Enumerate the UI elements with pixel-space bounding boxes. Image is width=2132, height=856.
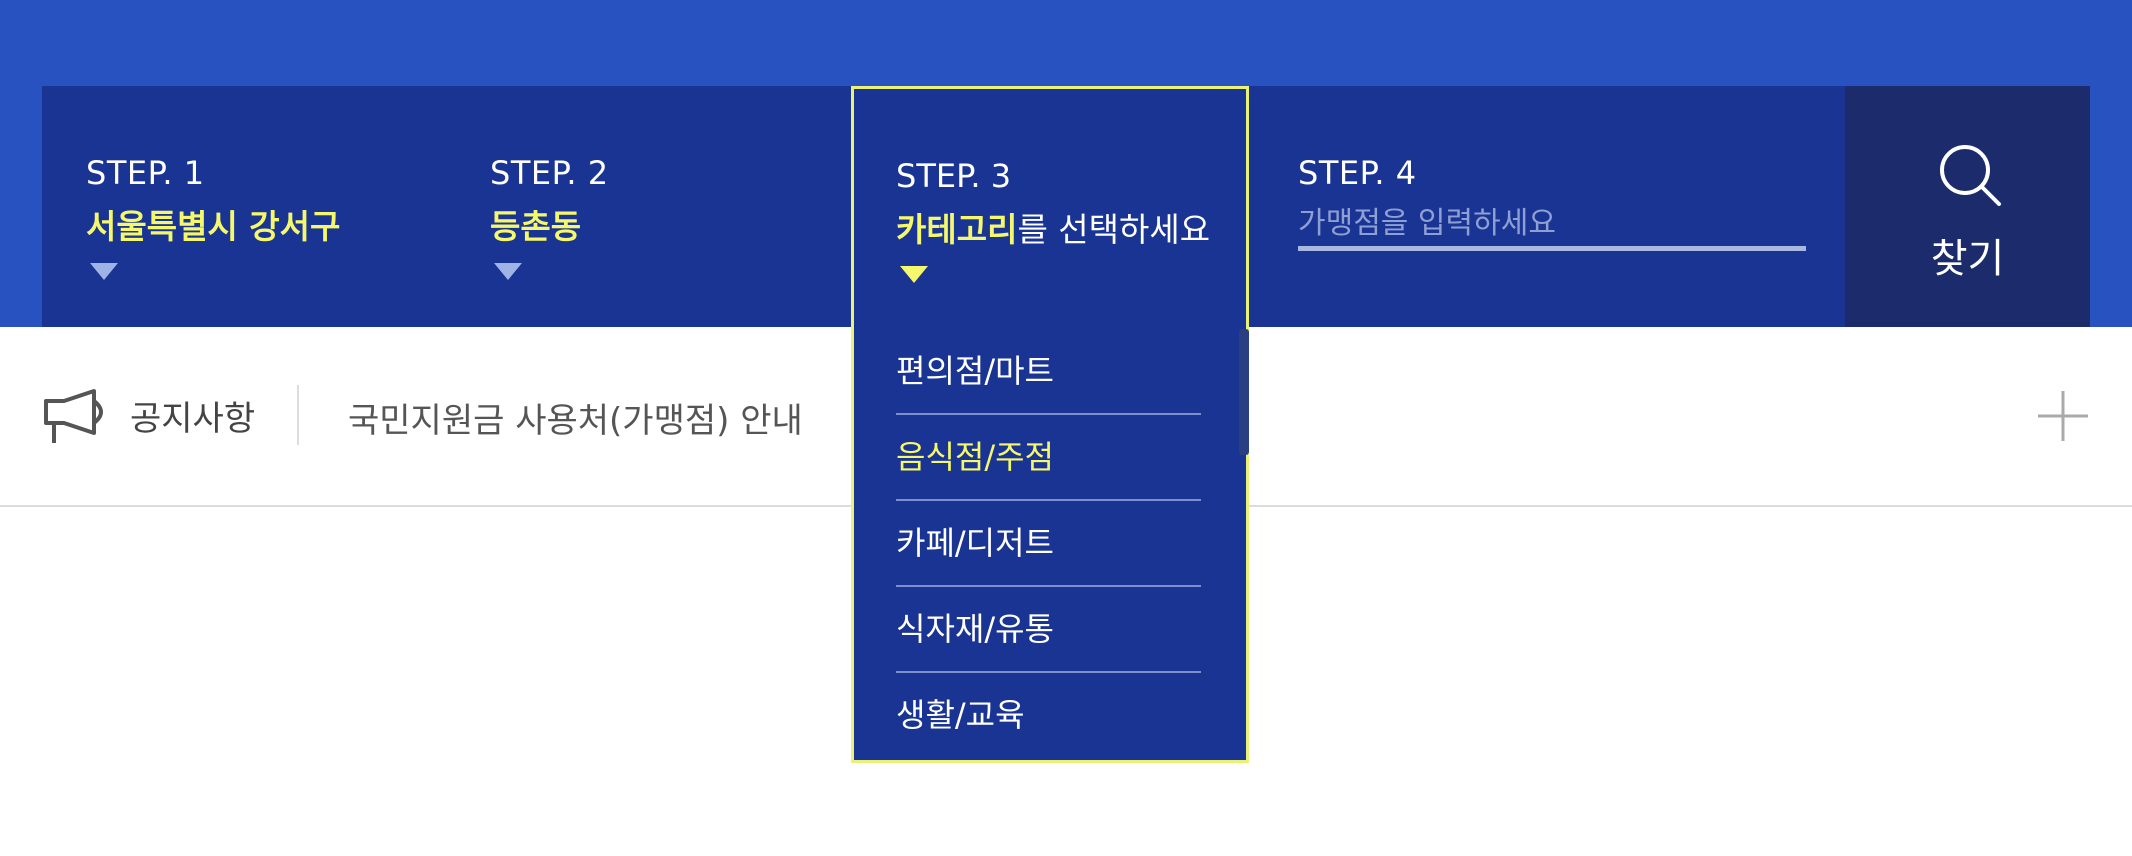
- chevron-down-icon[interactable]: [494, 263, 522, 280]
- category-option[interactable]: 음식점/주점: [896, 415, 1201, 501]
- chevron-down-icon[interactable]: [90, 263, 118, 280]
- find-button[interactable]: 찾기: [1845, 86, 2090, 327]
- step-1-value: 서울특별시 강서구: [86, 207, 341, 246]
- step-2-title: STEP. 2: [490, 154, 609, 192]
- chevron-down-icon[interactable]: [900, 266, 928, 283]
- category-option[interactable]: 편의점/마트: [896, 329, 1201, 415]
- category-option[interactable]: 식자재/유통: [896, 587, 1201, 673]
- dropdown-scrollbar[interactable]: [1239, 329, 1249, 455]
- notice-link[interactable]: 국민지원금 사용처(가맹점) 안내: [348, 393, 803, 442]
- notice-label: 공지사항: [130, 399, 256, 439]
- find-button-label: 찾기: [1930, 236, 2005, 282]
- step-3-value-highlight: 카테고리: [896, 210, 1018, 249]
- notice-divider: [297, 385, 299, 445]
- step-3-value[interactable]: 카테고리를 선택하세요: [896, 203, 1210, 251]
- step-3-value-rest: 를 선택하세요: [1017, 210, 1211, 249]
- category-option[interactable]: 생활/교육: [896, 673, 1201, 757]
- search-icon: [1940, 145, 2001, 206]
- step-3-title: STEP. 3: [896, 157, 1012, 195]
- step-1-title: STEP. 1: [86, 154, 205, 192]
- step-4-title: STEP. 4: [1298, 154, 1417, 192]
- category-list: 편의점/마트 음식점/주점 카페/디저트 식자재/유통 생활/교육: [896, 329, 1201, 757]
- category-option[interactable]: 카페/디저트: [896, 501, 1201, 587]
- store-name-input[interactable]: [1298, 200, 1806, 251]
- step-3-category-dropdown: STEP. 3 카테고리를 선택하세요 편의점/마트 음식점/주점 카페/디저트…: [851, 86, 1249, 763]
- plus-icon[interactable]: [2036, 389, 2090, 443]
- step-2-value: 등촌동: [490, 207, 582, 246]
- megaphone-icon: [44, 389, 103, 443]
